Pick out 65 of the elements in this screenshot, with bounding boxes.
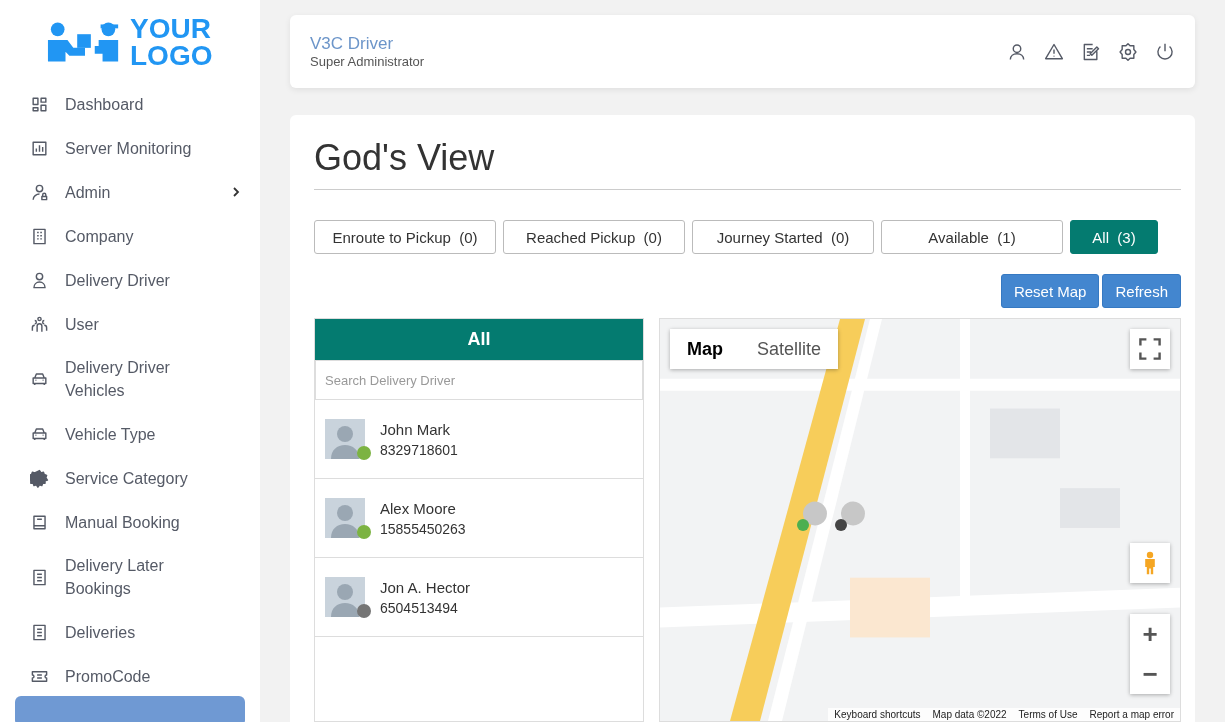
sidebar-item[interactable]: Delivery Later Bookings <box>0 544 260 610</box>
driver-phone: 6504513494 <box>380 599 459 616</box>
user-role: Super Administrator <box>310 54 425 69</box>
driver-name: Jon A. Hector <box>380 578 471 596</box>
status-filter-tab[interactable]: Enroute to Pickup (0) <box>314 220 496 254</box>
menu-item-icon <box>30 182 49 202</box>
photo-placeholder <box>325 577 365 617</box>
menu-item-icon <box>30 94 49 114</box>
driver-list-item[interactable]: Jon A. Hector 6504513494 <box>315 558 643 637</box>
chevron-right-icon <box>232 186 240 198</box>
map-footer-link[interactable]: Map data ©2022 <box>932 709 1007 720</box>
sidebar-item[interactable]: Dashboard <box>0 82 260 126</box>
driver-name: Alex Moore <box>380 499 457 517</box>
logo-text: YOUR <box>130 15 212 42</box>
sidebar-item[interactable]: Server Monitoring <box>0 126 260 170</box>
page-title: God's View <box>314 137 1181 190</box>
menu-item-icon <box>30 468 49 488</box>
fullscreen-icon <box>1138 337 1162 361</box>
sidebar-item[interactable]: Company <box>0 214 260 258</box>
sidebar-item[interactable]: User <box>0 302 260 346</box>
search-field[interactable]: Search Delivery Driver <box>315 360 643 400</box>
status-filter-tab[interactable]: Journey Started (0) <box>692 220 874 254</box>
refresh-button[interactable]: Refresh <box>1102 274 1181 308</box>
map-footer-link[interactable]: Keyboard shortcuts <box>834 709 921 720</box>
menu-item-icon <box>30 314 49 334</box>
sidebar-item[interactable]: PromoCode <box>0 654 260 698</box>
driver-phone: 8329718601 <box>380 441 458 458</box>
user-icon[interactable] <box>1007 41 1027 62</box>
menu-item-icon <box>30 226 49 246</box>
fullscreen-button[interactable] <box>1130 329 1170 369</box>
power-icon[interactable] <box>1155 41 1175 62</box>
status-filter-tab[interactable]: All (3) <box>1070 220 1158 254</box>
map-footer-link[interactable]: Terms of Use <box>1018 709 1078 720</box>
sidebar-item[interactable]: Service Category <box>0 456 260 500</box>
map-type-tab[interactable]: Map <box>670 329 740 369</box>
sidebar-item[interactable]: Delivery Driver Vehicles <box>0 346 260 412</box>
map-type-tab[interactable]: Satellite <box>740 329 839 369</box>
logo-text: LOGO <box>130 42 213 69</box>
menu-item-icon <box>30 270 49 290</box>
driver-phone: 15855450263 <box>380 520 466 537</box>
sidebar-item[interactable]: Vehicle Type <box>0 412 260 456</box>
driver-name: John Mark <box>380 420 452 438</box>
panel-header: All <box>315 319 643 360</box>
zoom-out-button[interactable]: − <box>1130 654 1170 694</box>
status-filter-tab[interactable]: Reached Pickup (0) <box>503 220 685 254</box>
photo-placeholder <box>325 498 365 538</box>
zoom-in-button[interactable]: + <box>1130 614 1170 654</box>
sidebar-item[interactable]: Manual Booking <box>0 500 260 544</box>
settings-icon[interactable] <box>1118 41 1138 62</box>
menu-item-icon <box>30 138 49 158</box>
menu-item-icon <box>30 622 49 642</box>
driver-list-item[interactable]: Alex Moore 15855450263 <box>315 479 643 558</box>
sidebar-item[interactable]: Admin <box>0 170 260 214</box>
reset-map-button[interactable]: Reset Map <box>1000 274 1100 308</box>
map-footer-link[interactable]: Report a map error <box>1089 709 1174 720</box>
sidebar-item[interactable]: Delivery Driver <box>0 258 260 302</box>
menu-item-icon <box>30 567 49 587</box>
edit-icon[interactable] <box>1081 41 1101 62</box>
status-filter-tab[interactable]: Available (1) <box>881 220 1063 254</box>
sidebar-item[interactable]: Deliveries <box>0 610 260 654</box>
photo-placeholder <box>325 419 365 459</box>
menu-item-icon <box>30 512 49 532</box>
app-title: V3C Driver <box>310 34 395 54</box>
driver-list-item[interactable]: John Mark 8329718601 <box>315 400 643 479</box>
warning-icon[interactable] <box>1044 41 1064 62</box>
